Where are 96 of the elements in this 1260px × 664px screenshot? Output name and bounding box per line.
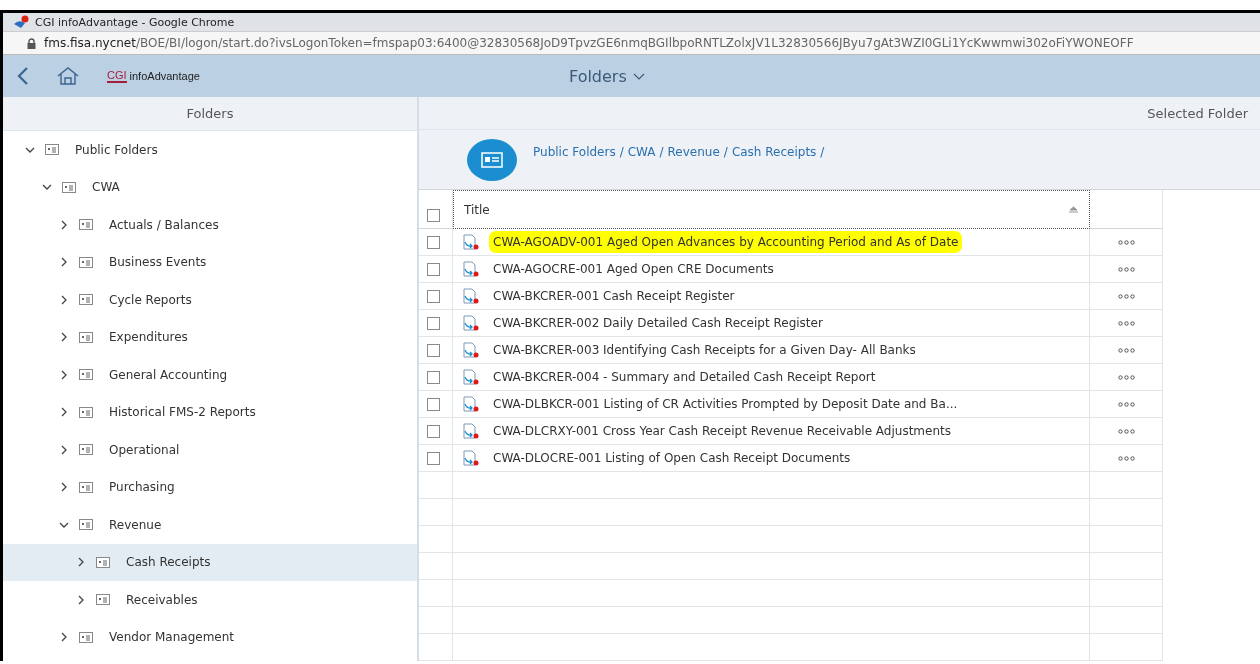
report-icon (463, 287, 479, 305)
breadcrumb-separator: / (619, 145, 624, 160)
report-title[interactable]: CWA-AGOCRE-001 Aged Open CRE Documents (493, 262, 774, 276)
chevron-right-icon[interactable] (59, 332, 69, 343)
chevron-right-icon[interactable] (59, 257, 69, 268)
folder-icon (79, 444, 93, 456)
chevron-down-icon (632, 72, 645, 80)
chevron-right-icon[interactable] (59, 369, 69, 380)
row-checkbox[interactable] (427, 235, 440, 249)
chevron-right-icon[interactable] (59, 407, 69, 418)
tree-item[interactable]: Cycle Reports (3, 281, 417, 319)
report-title[interactable]: CWA-BKCRER-002 Daily Detailed Cash Receipt Register (493, 316, 823, 330)
app-icon (13, 15, 29, 29)
folder-icon (96, 556, 110, 568)
row-checkbox[interactable] (427, 451, 440, 465)
report-title[interactable]: CWA-BKCRER-001 Cash Receipt Register (493, 289, 735, 303)
home-icon[interactable] (57, 67, 79, 85)
folder-icon (45, 144, 59, 156)
report-title[interactable]: CWA-DLCRXY-001 Cross Year Cash Receipt Revenue Receivable Adjustments (493, 424, 951, 438)
chevron-right-icon[interactable] (76, 594, 86, 605)
sort-icon[interactable] (1068, 206, 1079, 213)
tree-item[interactable]: Expenditures (3, 318, 417, 356)
lock-icon (27, 37, 36, 49)
report-icon (463, 449, 479, 467)
page-title-menu[interactable]: Folders (569, 66, 645, 86)
breadcrumb-link[interactable]: Public Folders (533, 145, 616, 160)
chevron-right-icon[interactable] (59, 632, 69, 643)
more-options-icon[interactable] (1117, 266, 1135, 272)
chevron-right-icon[interactable] (59, 219, 69, 230)
folder-icon (79, 369, 93, 381)
tree-item[interactable]: Vendor Management (3, 618, 417, 656)
folder-icon (62, 181, 76, 193)
breadcrumb-separator: / (723, 145, 728, 160)
panel-title: Folders (3, 97, 417, 131)
folder-icon (79, 481, 93, 493)
report-icon (463, 395, 479, 413)
more-options-icon[interactable] (1117, 239, 1135, 245)
report-icon (463, 260, 479, 278)
tree-item[interactable]: Historical FMS-2 Reports (3, 393, 417, 431)
report-icon (463, 314, 479, 332)
chevron-right-icon[interactable] (59, 444, 69, 455)
row-checkbox[interactable] (427, 316, 440, 330)
report-icon (463, 233, 479, 251)
breadcrumb-separator: / (820, 145, 825, 160)
row-checkbox[interactable] (427, 343, 440, 357)
tree-item[interactable]: Receivables (3, 581, 417, 619)
panel-title: Selected Folder (419, 97, 1260, 131)
folder-icon (79, 631, 93, 643)
report-title[interactable]: CWA-DLBKCR-001 Listing of CR Activities Prompted by Deposit Date and Ba... (493, 397, 958, 411)
folder-icon (96, 594, 110, 606)
tree-item[interactable]: Business Events (3, 243, 417, 281)
report-title[interactable]: CWA-DLOCRE-001 Listing of Open Cash Receipt Documents (493, 451, 851, 465)
folder-icon (79, 406, 93, 418)
report-title[interactable]: CWA-BKCRER-004 - Summary and Detailed Cash Receipt Report (493, 370, 876, 384)
row-checkbox[interactable] (427, 370, 440, 384)
tree-item[interactable]: Actuals / Balances (3, 206, 417, 244)
more-options-icon[interactable] (1117, 455, 1135, 461)
more-options-icon[interactable] (1117, 320, 1135, 326)
chevron-right-icon[interactable] (59, 482, 69, 493)
folder-icon (79, 519, 93, 531)
chevron-right-icon[interactable] (59, 294, 69, 305)
tree-item[interactable]: Purchasing (3, 468, 417, 506)
more-options-icon[interactable] (1117, 374, 1135, 380)
tree-item[interactable]: Revenue (3, 506, 417, 544)
more-options-icon[interactable] (1117, 347, 1135, 353)
tree-item[interactable]: Cash Receipts (3, 543, 417, 581)
report-title[interactable]: CWA-BKCRER-003 Identifying Cash Receipts for a Given Day- All Banks (493, 343, 916, 357)
breadcrumb-separator: / (659, 145, 664, 160)
report-icon (463, 341, 479, 359)
folder-badge-icon (467, 139, 517, 182)
row-checkbox[interactable] (427, 397, 440, 411)
row-checkbox[interactable] (427, 262, 440, 276)
folder-icon (79, 294, 93, 306)
more-options-icon[interactable] (1117, 428, 1135, 434)
back-icon[interactable] (17, 67, 29, 85)
report-icon (463, 368, 479, 386)
tree-item[interactable]: Public Folders (3, 131, 417, 169)
row-checkbox[interactable] (427, 424, 440, 438)
column-header[interactable]: Title (453, 190, 1090, 229)
window-title: CGI infoAdvantage - Google Chrome (35, 15, 235, 29)
breadcrumb-link[interactable]: Cash Receipts (731, 145, 817, 160)
row-checkbox[interactable] (427, 289, 440, 303)
more-options-icon[interactable] (1117, 293, 1135, 299)
breadcrumb-link[interactable]: Revenue (667, 145, 720, 160)
app-logo[interactable]: CGI infoAdvantage (107, 69, 200, 83)
tree-item[interactable]: General Accounting (3, 356, 417, 394)
folder-icon (79, 331, 93, 343)
select-all-checkbox[interactable] (427, 209, 440, 222)
folder-icon (79, 256, 93, 268)
report-icon (463, 422, 479, 440)
folder-icon (79, 219, 93, 231)
more-options-icon[interactable] (1117, 401, 1135, 407)
breadcrumb-link[interactable]: CWA (627, 145, 656, 160)
tree-item[interactable]: CWA (3, 168, 417, 206)
tree-item[interactable]: Operational (3, 431, 417, 469)
chevron-right-icon[interactable] (76, 557, 86, 568)
